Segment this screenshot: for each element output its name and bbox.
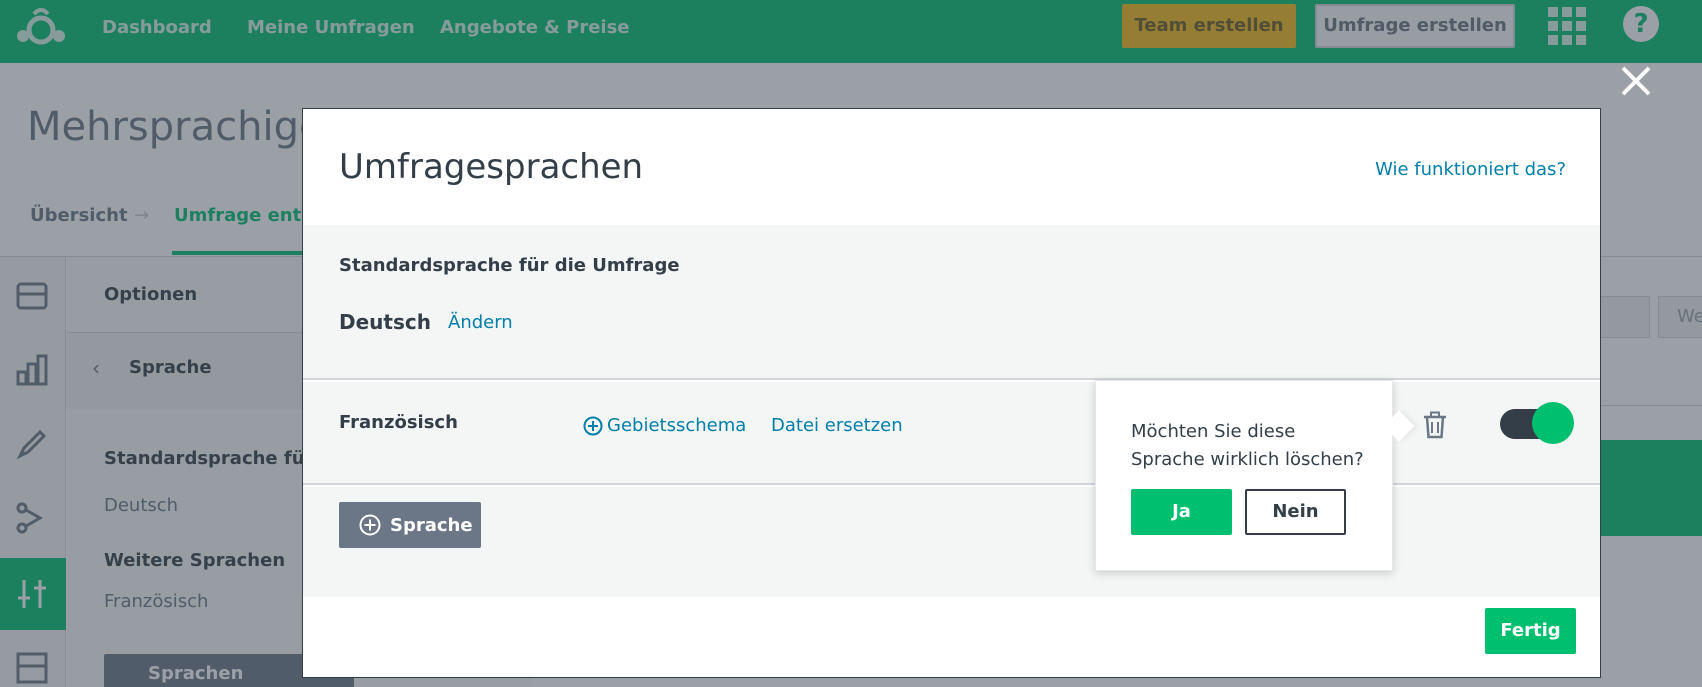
add-language-section <box>303 487 1600 597</box>
add-circle-icon <box>359 514 381 536</box>
modal-title: Umfragesprachen <box>339 147 644 187</box>
default-language-label: Standardsprache für die Umfrage <box>339 255 680 276</box>
how-it-works-link[interactable]: Wie funktioniert das? <box>1375 159 1566 180</box>
change-default-language-link[interactable]: Ändern <box>448 312 513 333</box>
delete-confirm-text: Möchten Sie diese Sprache wirklich lösch… <box>1131 421 1364 470</box>
delete-confirm-popover <box>1095 380 1393 571</box>
toggle-knob[interactable] <box>1532 402 1574 444</box>
close-icon[interactable] <box>1617 62 1655 100</box>
confirm-delete-yes-button[interactable]: Ja <box>1131 489 1232 535</box>
add-language-button[interactable]: Sprache <box>339 502 481 548</box>
add-language-button-label: Sprache <box>390 514 473 536</box>
default-language-section <box>303 225 1600 380</box>
done-button[interactable]: Fertig <box>1485 608 1576 654</box>
confirm-delete-no-button[interactable]: Nein <box>1245 489 1346 535</box>
locale-link[interactable]: Gebietsschema <box>583 415 746 436</box>
locale-link-label: Gebietsschema <box>607 415 747 436</box>
add-circle-icon <box>583 416 603 435</box>
survey-languages-modal: Umfragesprachen Wie funktioniert das? St… <box>302 108 1601 678</box>
replace-file-link[interactable]: Datei ersetzen <box>771 415 903 436</box>
language-name: Französisch <box>339 412 458 433</box>
default-language-value: Deutsch <box>339 310 431 334</box>
trash-icon[interactable] <box>1422 411 1448 439</box>
